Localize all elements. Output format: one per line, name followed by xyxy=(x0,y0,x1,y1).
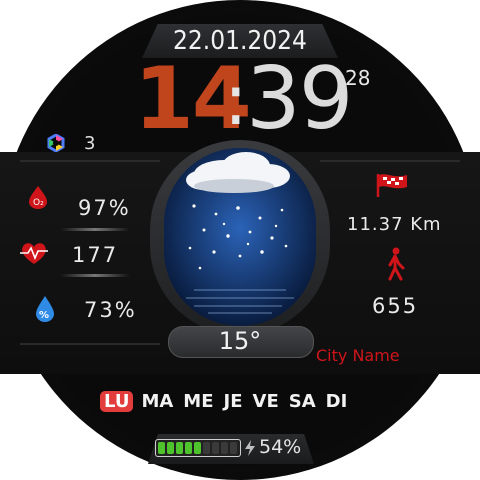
battery-segment xyxy=(158,442,165,454)
heart-rate-value: 177 xyxy=(72,243,119,267)
battery-bar[interactable] xyxy=(155,439,241,457)
weekday: MA xyxy=(141,390,174,412)
battery-segment xyxy=(203,442,210,454)
weather-illustration xyxy=(164,148,316,326)
band-divider xyxy=(320,160,460,162)
notification-count[interactable]: 3 xyxy=(84,133,95,154)
weekday: DI xyxy=(325,390,348,412)
battery-segment xyxy=(221,442,228,454)
city-name[interactable]: City Name xyxy=(316,346,400,365)
steps-value: 655 xyxy=(372,294,419,318)
battery-segment xyxy=(194,442,201,454)
battery-segment xyxy=(230,442,237,454)
walking-person-icon xyxy=(388,247,405,281)
snowy-night-icon[interactable] xyxy=(164,148,316,326)
weekday-active: LU xyxy=(100,390,134,412)
heart-rate-icon xyxy=(20,243,48,264)
time-separator: : xyxy=(224,59,248,141)
battery-percent: 54% xyxy=(259,436,302,458)
band-divider xyxy=(20,343,160,345)
battery-segment xyxy=(185,442,192,454)
lightning-icon xyxy=(245,440,255,456)
metric-divider xyxy=(60,274,130,277)
battery-segment xyxy=(176,442,183,454)
svg-text:%: % xyxy=(39,310,49,321)
distance-value: 11.37 Km xyxy=(347,214,442,235)
weekday: ME xyxy=(183,390,214,412)
temperature-label[interactable]: 15° xyxy=(168,326,312,356)
humidity-icon: % xyxy=(36,296,54,322)
hexagon-icon[interactable] xyxy=(47,134,65,152)
checkered-flag-icon xyxy=(376,174,407,197)
band-divider xyxy=(20,160,160,162)
weekday: VE xyxy=(252,390,279,412)
minutes-digits: 39 xyxy=(246,49,353,149)
svg-text:O₂: O₂ xyxy=(33,198,44,208)
weekday: SA xyxy=(288,390,316,412)
battery-segment xyxy=(167,442,174,454)
seconds-digits: 28 xyxy=(345,66,371,90)
humidity-value: 73% xyxy=(84,298,137,322)
weekday-row: LU MA ME JE VE SA DI xyxy=(100,387,349,415)
battery-segment xyxy=(212,442,219,454)
oxygen-icon: O₂ xyxy=(29,186,47,209)
oxygen-value: 97% xyxy=(78,196,131,220)
metric-divider xyxy=(60,228,130,231)
weekday: JE xyxy=(223,390,243,412)
